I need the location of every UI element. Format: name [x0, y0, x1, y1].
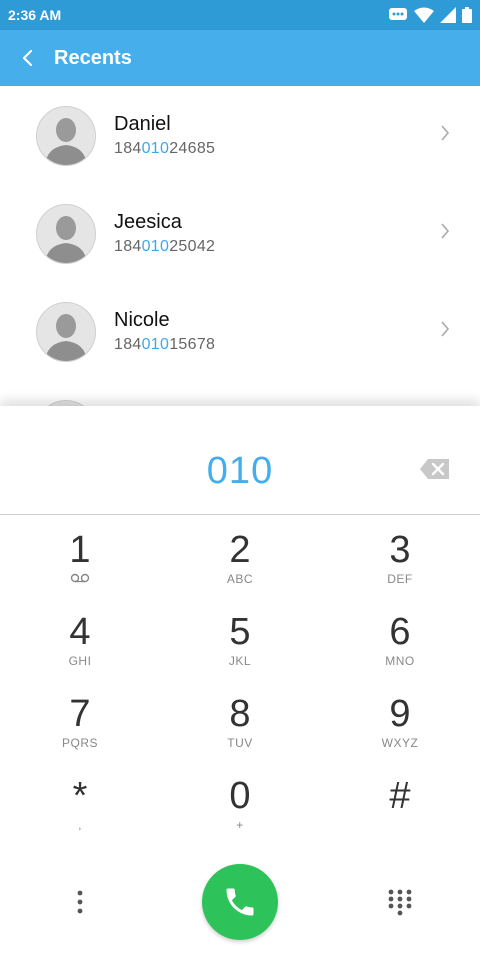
contact-number: 18401024685: [114, 140, 215, 158]
key-8[interactable]: 8 TUV: [160, 682, 320, 764]
key-2[interactable]: 2 ABC: [160, 518, 320, 600]
key-letters: ,: [78, 818, 82, 832]
recents-list[interactable]: Daniel 18401024685 Jeesica 18401025042 N…: [0, 86, 480, 406]
page-title: Recents: [54, 46, 132, 69]
number-match: 010: [141, 238, 170, 255]
digits-row: 010: [0, 406, 480, 515]
chevron-right-icon[interactable]: [440, 222, 450, 240]
chevron-right-icon[interactable]: [440, 320, 450, 338]
number-suffix: 25042: [169, 238, 216, 255]
number-match: 010: [141, 336, 170, 353]
battery-icon: [462, 7, 472, 23]
key-letters: DEF: [387, 572, 413, 586]
phone-icon: [226, 888, 254, 916]
key-letters: MNO: [385, 654, 415, 668]
contact-info: Nicole 18401015678: [114, 308, 215, 354]
number-match: 010: [141, 140, 170, 157]
key-6[interactable]: 6 MNO: [320, 600, 480, 682]
status-bar: 2:36 AM: [0, 0, 480, 30]
key-digit: 9: [389, 693, 411, 735]
key-digit: 4: [69, 611, 91, 653]
contact-info: Jeesica 18401025042: [114, 210, 215, 256]
number-prefix: 184: [114, 238, 142, 255]
key-letters: GHI: [68, 654, 92, 668]
dialpad-toggle-icon[interactable]: [386, 888, 414, 918]
call-button[interactable]: [202, 864, 278, 940]
key-4[interactable]: 4 GHI: [0, 600, 160, 682]
key-0[interactable]: 0 +: [160, 764, 320, 846]
key-letters: PQRS: [61, 736, 98, 750]
avatar: [36, 302, 96, 362]
app-bar: Recents: [0, 30, 480, 86]
person-icon: [45, 314, 87, 361]
more-options-icon[interactable]: [68, 884, 92, 920]
wifi-icon: [414, 7, 434, 23]
contact-name: Daniel: [114, 113, 171, 135]
key-digit: 5: [229, 611, 251, 653]
contact-number: 18401015678: [114, 336, 215, 354]
backspace-icon[interactable]: [420, 458, 450, 480]
dialpad: 010 1 2 ABC 3 DEF 4 GHI 5 JKL 6 MNO 7 PQ…: [0, 406, 480, 960]
key-1[interactable]: 1: [0, 518, 160, 600]
back-chevron-icon: [22, 49, 33, 67]
status-icons: [388, 7, 472, 23]
key-digit: #: [389, 775, 411, 817]
key-digit: 1: [69, 529, 91, 571]
key-7[interactable]: 7 PQRS: [0, 682, 160, 764]
key-digit: 8: [229, 693, 251, 735]
number-prefix: 184: [114, 336, 142, 353]
key-digit: 2: [229, 529, 251, 571]
number-suffix: 24685: [169, 140, 216, 157]
dialed-digits[interactable]: 010: [0, 450, 480, 493]
list-item[interactable]: Jeesica 18401025042: [0, 184, 480, 282]
key-digit: 7: [69, 693, 91, 735]
key-digit: 6: [389, 611, 411, 653]
contact-number: 18401025042: [114, 238, 215, 256]
dialer-actions: [0, 862, 480, 954]
message-icon: [389, 8, 407, 20]
key-3[interactable]: 3 DEF: [320, 518, 480, 600]
key-letters: +: [236, 818, 244, 832]
key-digit: 3: [389, 529, 411, 571]
contact-name: Jeesica: [114, 211, 182, 233]
key-5[interactable]: 5 JKL: [160, 600, 320, 682]
list-item[interactable]: Daniel 18401024685: [0, 86, 480, 184]
key-letters: ABC: [226, 572, 254, 586]
key-letters: TUV: [227, 736, 253, 750]
avatar: [36, 204, 96, 264]
number-suffix: 15678: [169, 336, 216, 353]
contact-info: Daniel 18401024685: [114, 112, 215, 158]
key-digit: *: [72, 775, 88, 817]
list-item[interactable]: Nicole 18401015678: [0, 282, 480, 380]
key-9[interactable]: 9 WXYZ: [320, 682, 480, 764]
key-letters: WXYZ: [381, 736, 419, 750]
key-letters: JKL: [228, 654, 252, 668]
chevron-right-icon[interactable]: [440, 124, 450, 142]
contact-name: Nicole: [114, 309, 170, 331]
key-digit: 0: [229, 775, 251, 817]
person-icon: [45, 216, 87, 263]
status-time: 2:36 AM: [8, 7, 62, 23]
voicemail-icon: [70, 573, 90, 583]
key-star[interactable]: * ,: [0, 764, 160, 846]
person-icon: [45, 118, 87, 165]
number-prefix: 184: [114, 140, 142, 157]
avatar: [36, 106, 96, 166]
key-hash[interactable]: #: [320, 764, 480, 846]
back-button[interactable]: [2, 30, 52, 86]
signal-icon: [440, 7, 456, 23]
